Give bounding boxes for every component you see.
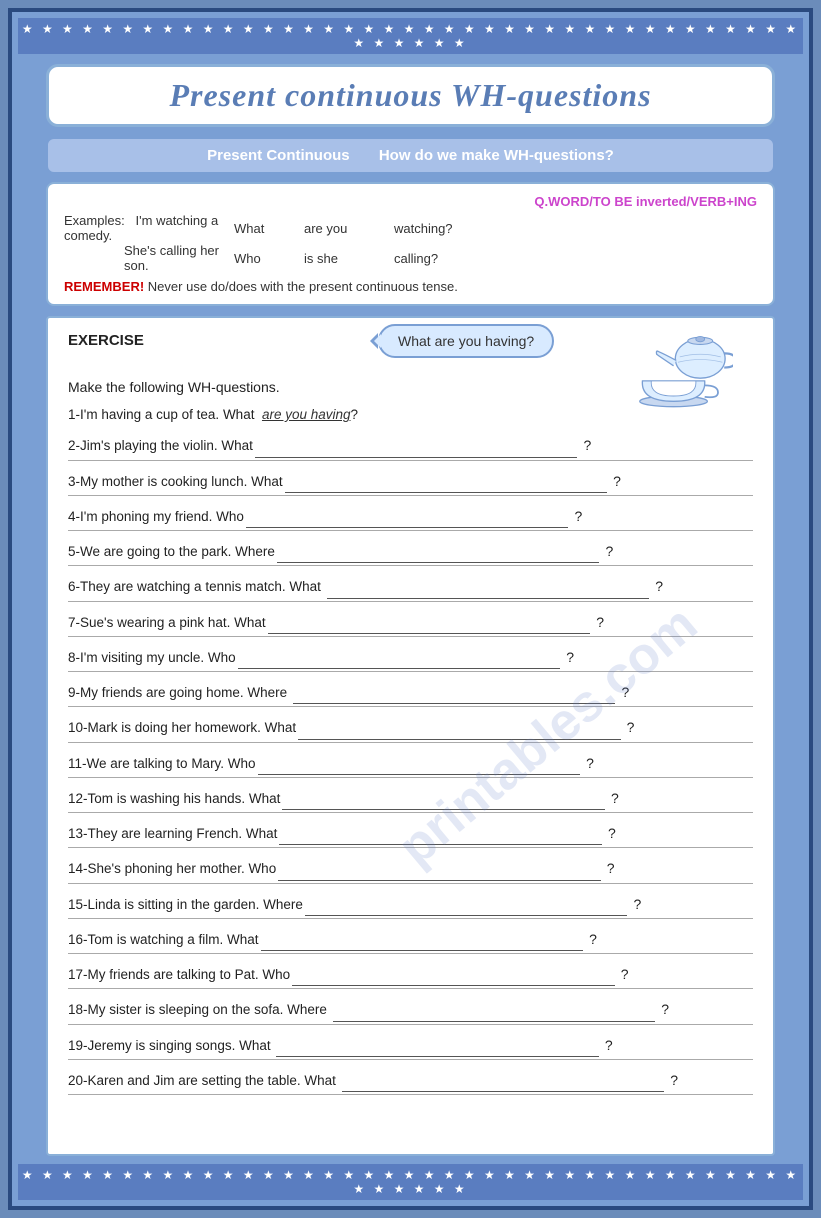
answer-line-17[interactable] [292, 965, 615, 986]
item-text-19: 19-Jeremy is singing songs. What ? [68, 1035, 753, 1057]
item-text-12: 12-Tom is washing his hands. What ? [68, 788, 753, 810]
exercise-item-8: 8-I'm visiting my uncle. Who ? [68, 647, 753, 672]
item-text-3: 3-My mother is cooking lunch. What ? [68, 471, 753, 493]
item-text-8: 8-I'm visiting my uncle. Who ? [68, 647, 753, 669]
exercise-label: EXERCISE [68, 332, 144, 349]
answer-line-12[interactable] [282, 789, 605, 810]
item-text-9: 9-My friends are going home. Where ? [68, 682, 753, 704]
answer-line-4[interactable] [246, 507, 569, 528]
item-text-15: 15-Linda is sitting in the garden. Where… [68, 894, 753, 916]
item-text-17: 17-My friends are talking to Pat. Who ? [68, 964, 753, 986]
item-text-10: 10-Mark is doing her homework. What ? [68, 717, 753, 739]
item-text-11: 11-We are talking to Mary. Who ? [68, 753, 753, 775]
answer-line-11[interactable] [258, 754, 581, 775]
exercise-item-14: 14-She's phoning her mother. Who ? [68, 858, 753, 883]
answer-line-6[interactable] [327, 577, 650, 598]
answer-line-14[interactable] [278, 859, 601, 880]
item-text-5: 5-We are going to the park. Where ? [68, 541, 753, 563]
exercise-item-19: 19-Jeremy is singing songs. What ? [68, 1035, 753, 1060]
title-box: Present continuous WH-questions [46, 64, 775, 127]
answer-line-19[interactable] [276, 1036, 599, 1057]
item-text-1: 1-I'm having a cup of tea. What are you … [68, 405, 358, 425]
exercise-item-16: 16-Tom is watching a film. What ? [68, 929, 753, 954]
exercise-header: EXERCISE What are you having? [68, 332, 753, 349]
answer-line-8[interactable] [238, 648, 561, 669]
exercise-item-4: 4-I'm phoning my friend. Who ? [68, 506, 753, 531]
remember-text: Never use do/does with the present conti… [148, 279, 458, 294]
examples-label: Examples: [64, 213, 125, 228]
item-text-14: 14-She's phoning her mother. Who ? [68, 858, 753, 880]
item-text-18: 18-My sister is sleeping on the sofa. Wh… [68, 999, 753, 1021]
teapot-illustration [623, 332, 743, 422]
exercise-item-20: 20-Karen and Jim are setting the table. … [68, 1070, 753, 1095]
subtitle-left: Present Continuous [207, 147, 350, 164]
exercise-item-10: 10-Mark is doing her homework. What ? [68, 717, 753, 742]
exercise-item-18: 18-My sister is sleeping on the sofa. Wh… [68, 999, 753, 1024]
answer-line-16[interactable] [261, 930, 584, 951]
subtitle-right: How do we make WH-questions? [379, 147, 614, 164]
subtitle-box: Present Continuous How do we make WH-que… [46, 137, 775, 174]
item-text-6: 6-They are watching a tennis match. What… [68, 576, 753, 598]
answer-line-2[interactable] [255, 436, 578, 457]
exercises-container: 1-I'm having a cup of tea. What are you … [68, 405, 753, 1095]
exercise-item-6: 6-They are watching a tennis match. What… [68, 576, 753, 601]
info-box: Q.WORD/TO BE inverted/VERB+ING Examples:… [46, 182, 775, 306]
item-text-16: 16-Tom is watching a film. What ? [68, 929, 753, 951]
stars-top: ★ ★ ★ ★ ★ ★ ★ ★ ★ ★ ★ ★ ★ ★ ★ ★ ★ ★ ★ ★ … [18, 18, 803, 54]
ex2-verbING: calling? [394, 243, 757, 273]
item-text-2: 2-Jim's playing the violin. What ? [68, 435, 753, 457]
answer-line-18[interactable] [333, 1000, 656, 1021]
ex1-qword: What [234, 213, 304, 243]
exercise-item-7: 7-Sue's wearing a pink hat. What ? [68, 612, 753, 637]
item-text-20: 20-Karen and Jim are setting the table. … [68, 1070, 753, 1092]
exercise-item-12: 12-Tom is washing his hands. What ? [68, 788, 753, 813]
remember-label: REMEMBER! [64, 279, 144, 294]
exercise-item-5: 5-We are going to the park. Where ? [68, 541, 753, 566]
answer-line-10[interactable] [298, 718, 621, 739]
answer-line-3[interactable] [285, 472, 608, 493]
ex1-verbING: watching? [394, 213, 757, 243]
item-text-4: 4-I'm phoning my friend. Who ? [68, 506, 753, 528]
ex2-tobe: is she [304, 243, 394, 273]
exercise-item-11: 11-We are talking to Mary. Who ? [68, 753, 753, 778]
exercise-item-17: 17-My friends are talking to Pat. Who ? [68, 964, 753, 989]
outer-border: ★ ★ ★ ★ ★ ★ ★ ★ ★ ★ ★ ★ ★ ★ ★ ★ ★ ★ ★ ★ … [8, 8, 813, 1210]
answer-line-7[interactable] [268, 613, 591, 634]
page-wrapper: Present continuous WH-questions Present … [18, 64, 803, 1164]
speech-bubble: What are you having? [378, 324, 554, 358]
ex2-qword: Who [234, 243, 304, 273]
answer-line-15[interactable] [305, 895, 628, 916]
main-content: printables.com EXERCISE What are you hav… [46, 316, 775, 1156]
exercise-item-15: 15-Linda is sitting in the garden. Where… [68, 894, 753, 919]
answer-line-13[interactable] [279, 824, 602, 845]
answer-line-20[interactable] [342, 1071, 665, 1092]
exercises-dynamic: 2-Jim's playing the violin. What ? 3-My m… [68, 435, 753, 1095]
answer-line-9[interactable] [293, 683, 616, 704]
qword-label: Q.WORD/TO BE inverted/VERB+ING [64, 194, 757, 209]
ex1-tobe: are you [304, 213, 394, 243]
exercise-item-13: 13-They are learning French. What ? [68, 823, 753, 848]
exercise-item-9: 9-My friends are going home. Where ? [68, 682, 753, 707]
stars-bottom: ★ ★ ★ ★ ★ ★ ★ ★ ★ ★ ★ ★ ★ ★ ★ ★ ★ ★ ★ ★ … [18, 1164, 803, 1200]
item-text-13: 13-They are learning French. What ? [68, 823, 753, 845]
answer-line-5[interactable] [277, 542, 600, 563]
exercise-item-2: 2-Jim's playing the violin. What ? [68, 435, 753, 460]
page-title: Present continuous WH-questions [69, 77, 752, 114]
example2-sentence: She's calling her son. [64, 243, 234, 273]
item-text-7: 7-Sue's wearing a pink hat. What ? [68, 612, 753, 634]
exercise-item-3: 3-My mother is cooking lunch. What ? [68, 471, 753, 496]
